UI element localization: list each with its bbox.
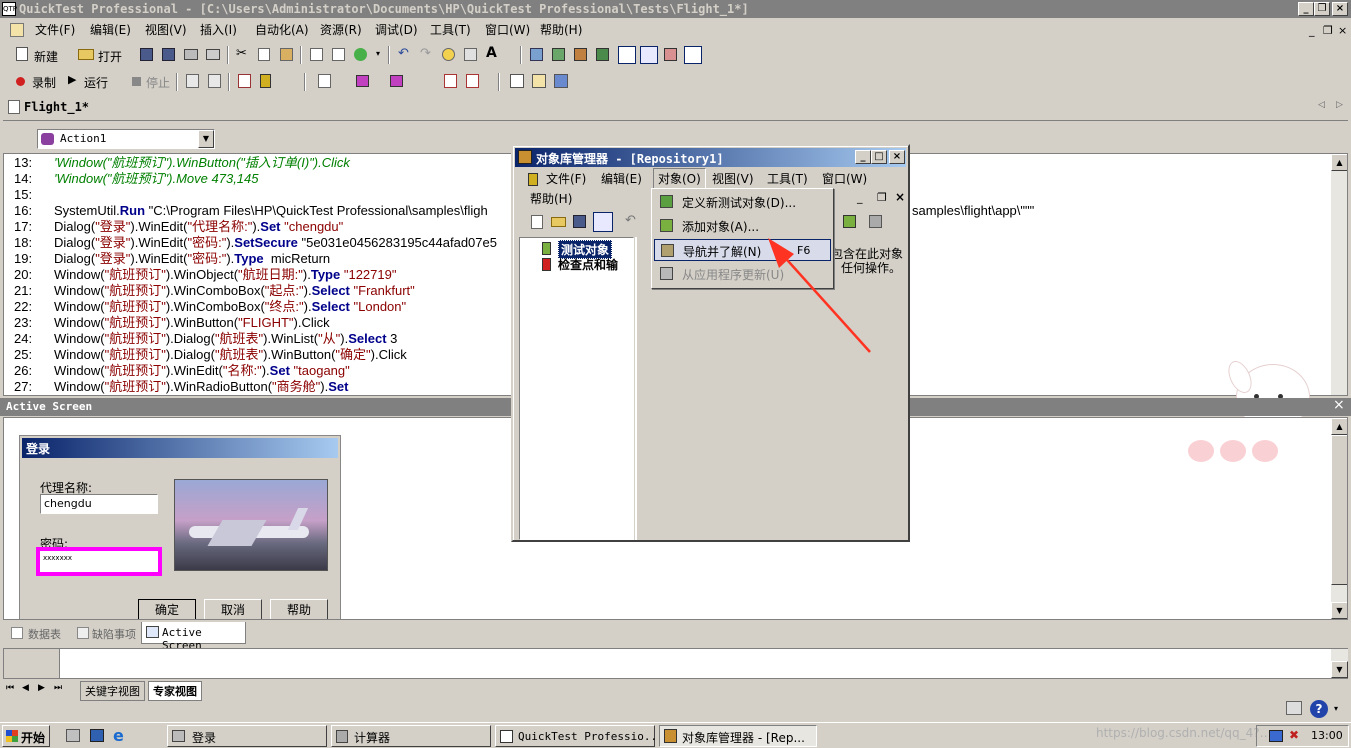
annotation-arrow bbox=[768, 238, 871, 353]
